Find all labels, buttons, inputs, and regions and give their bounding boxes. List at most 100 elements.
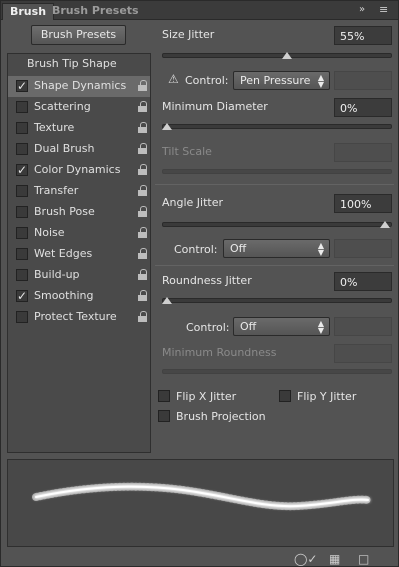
brush-tip-shape-item[interactable]: Brush Tip Shape [27, 57, 117, 70]
option-item[interactable]: ✓ Shape Dynamics [8, 76, 150, 97]
option-label: Transfer [34, 184, 79, 197]
section-divider [155, 184, 394, 185]
option-item[interactable]: Scattering [8, 97, 150, 118]
option-item[interactable]: Wet Edges [8, 244, 150, 265]
option-label: Wet Edges [34, 247, 93, 260]
option-checkbox[interactable] [16, 185, 28, 197]
option-checkbox[interactable]: ✓ [16, 164, 28, 176]
collapse-arrows-icon[interactable]: » [359, 4, 365, 15]
option-label: Noise [34, 226, 65, 239]
option-checkbox[interactable] [16, 143, 28, 155]
lock-icon[interactable] [138, 311, 147, 322]
option-item[interactable]: Texture [8, 118, 150, 139]
minimum-diameter-slider[interactable] [162, 123, 392, 130]
brush-projection-checkbox[interactable] [158, 410, 170, 422]
size-jitter-label: Size Jitter [162, 28, 215, 41]
size-jitter-slider-thumb[interactable] [281, 52, 292, 59]
option-checkbox[interactable]: ✓ [16, 80, 28, 92]
flip-y-checkbox[interactable] [279, 390, 291, 402]
option-item[interactable]: ✓ Color Dynamics [8, 160, 150, 181]
lock-icon[interactable] [138, 269, 147, 280]
size-jitter-field[interactable]: 55% [334, 26, 392, 45]
warning-icon: ⚠ [168, 72, 179, 86]
size-jitter-slider[interactable] [162, 52, 392, 59]
option-item[interactable]: Build-up [8, 265, 150, 286]
control-label: Control: [186, 321, 230, 334]
tilt-scale-label: Tilt Scale [162, 145, 212, 158]
grid-icon[interactable]: ▦ [329, 552, 340, 566]
brush-panel: Brush Brush Presets » ≡ Brush Presets Br… [0, 0, 399, 567]
roundness-jitter-slider-thumb[interactable] [162, 297, 172, 304]
brush-presets-button[interactable]: Brush Presets [31, 25, 126, 45]
option-label: Color Dynamics [34, 163, 121, 176]
option-checkbox[interactable] [16, 101, 28, 113]
flip-x-checkbox[interactable] [158, 390, 170, 402]
control-dropdown[interactable]: Off ▲ ▼ [223, 239, 330, 258]
option-checkbox[interactable] [16, 227, 28, 239]
control-extra-field [334, 317, 392, 336]
lock-icon[interactable] [138, 164, 147, 175]
flip-y-label: Flip Y Jitter [297, 390, 357, 403]
chevron-updown-icon: ▲ ▼ [317, 73, 324, 89]
control-dropdown[interactable]: Off ▲ ▼ [233, 317, 330, 336]
option-label: Brush Pose [34, 205, 95, 218]
chevron-updown-icon: ▲ ▼ [317, 319, 324, 335]
section-divider [155, 265, 394, 266]
roundness-jitter-field[interactable]: 0% [334, 272, 392, 291]
brush-stroke-image [32, 482, 372, 511]
option-item[interactable]: Brush Pose [8, 202, 150, 223]
panel-menu-icon[interactable]: ≡ [379, 3, 388, 16]
option-checkbox[interactable]: ✓ [16, 290, 28, 302]
minimum-diameter-slider-thumb[interactable] [162, 123, 172, 130]
option-item[interactable]: Transfer [8, 181, 150, 202]
control-label: Control: [185, 74, 229, 87]
control-extra-field [334, 71, 392, 90]
option-checkbox[interactable] [16, 122, 28, 134]
option-checkbox[interactable] [16, 248, 28, 260]
option-item[interactable]: Protect Texture [8, 307, 150, 328]
angle-jitter-field[interactable]: 100% [334, 194, 392, 213]
minimum-roundness-field [334, 344, 392, 363]
angle-jitter-slider[interactable] [162, 221, 392, 228]
roundness-jitter-label: Roundness Jitter [162, 274, 252, 287]
lock-icon[interactable] [138, 248, 147, 259]
chevron-updown-icon: ▲ ▼ [317, 241, 324, 257]
lock-icon[interactable] [138, 122, 147, 133]
lock-icon[interactable] [138, 80, 147, 91]
roundness-jitter-slider[interactable] [162, 297, 392, 304]
control-dropdown-value: Off [230, 242, 247, 255]
control-label: Control: [174, 243, 218, 256]
tilt-scale-field [334, 143, 392, 162]
minimum-roundness-slider [162, 369, 392, 374]
lock-icon[interactable] [138, 101, 147, 112]
option-label: Dual Brush [34, 142, 95, 155]
flip-x-label: Flip X Jitter [176, 390, 237, 403]
new-preset-icon[interactable]: □ [358, 552, 369, 566]
brush-stroke-preview [7, 459, 394, 547]
option-checkbox[interactable] [16, 269, 28, 281]
option-label: Protect Texture [34, 310, 117, 323]
option-checkbox[interactable] [16, 206, 28, 218]
angle-jitter-slider-thumb[interactable] [380, 221, 390, 228]
lock-icon[interactable] [138, 227, 147, 238]
control-dropdown-value: Off [240, 320, 257, 333]
tab-bar: Brush Brush Presets » ≡ [1, 1, 398, 20]
option-item[interactable]: Noise [8, 223, 150, 244]
option-checkbox[interactable] [16, 311, 28, 323]
control-extra-field [334, 239, 392, 258]
tab-brush-presets[interactable]: Brush Presets [45, 3, 146, 20]
lock-icon[interactable] [138, 206, 147, 217]
eye-brush-icon[interactable]: ◯✓ [294, 552, 317, 566]
lock-icon[interactable] [138, 290, 147, 301]
control-dropdown[interactable]: Pen Pressure ▲ ▼ [233, 71, 330, 90]
lock-icon[interactable] [138, 185, 147, 196]
minimum-diameter-label: Minimum Diameter [162, 100, 268, 113]
lock-icon[interactable] [138, 143, 147, 154]
option-label: Texture [34, 121, 75, 134]
angle-jitter-label: Angle Jitter [162, 196, 224, 209]
option-item[interactable]: Dual Brush [8, 139, 150, 160]
option-label: Smoothing [34, 289, 94, 302]
minimum-diameter-field[interactable]: 0% [334, 98, 392, 117]
option-label: Build-up [34, 268, 80, 281]
option-item[interactable]: ✓ Smoothing [8, 286, 150, 307]
